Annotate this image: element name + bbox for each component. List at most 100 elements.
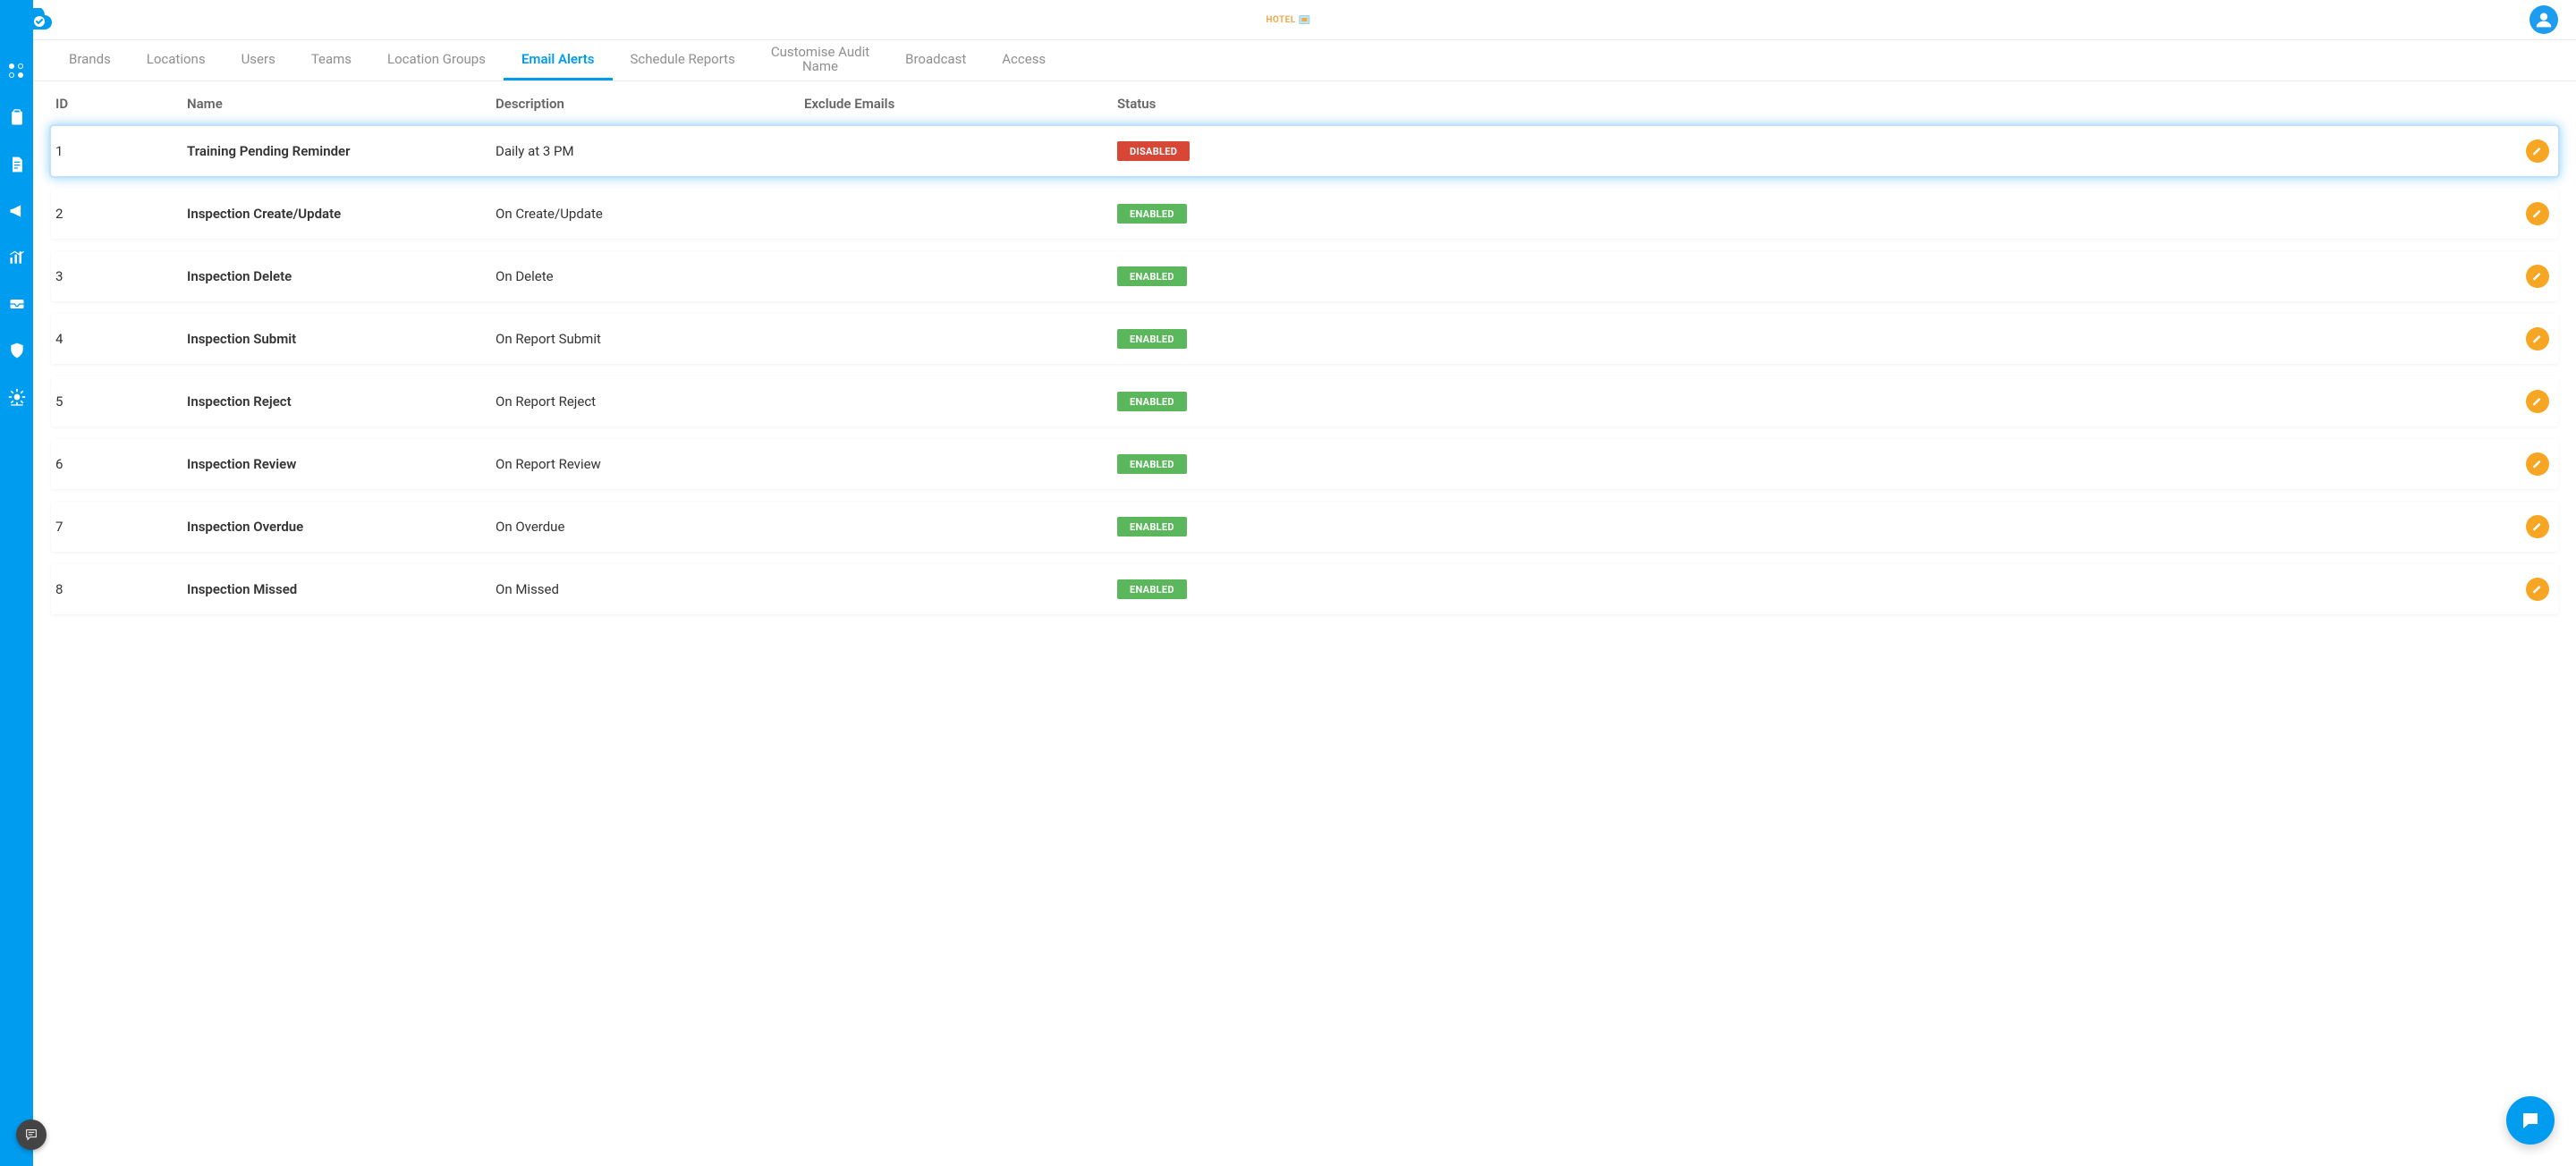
tab-users[interactable]: Users	[224, 40, 293, 80]
cell-action	[1296, 327, 2556, 351]
cell-name: Inspection Delete	[187, 268, 496, 284]
tab-broadcast[interactable]: Broadcast	[887, 40, 984, 80]
tab-label: Location Groups	[387, 51, 486, 67]
topbar: HOTEL	[0, 0, 2576, 40]
cell-action	[1296, 202, 2556, 225]
cell-name: Inspection Create/Update	[187, 206, 496, 222]
cell-action	[1296, 578, 2556, 601]
main: Brands Locations Users Teams Location Groups…	[33, 40, 2576, 1166]
col-header-description: Description	[496, 96, 804, 112]
sidebar-dashboard[interactable]	[8, 63, 26, 80]
cell-id: 8	[53, 581, 187, 597]
col-header-status: Status	[1117, 96, 1296, 112]
help-chat-button-left[interactable]	[16, 1120, 47, 1150]
tab-label: Users	[242, 51, 275, 67]
cell-description: On Report Submit	[496, 331, 804, 347]
cell-status: ENABLED	[1117, 579, 1296, 599]
cell-description: On Report Reject	[496, 393, 804, 410]
table-row[interactable]: 5Inspection RejectOn Report Reject ENABLE…	[51, 376, 2558, 427]
pencil-icon	[2531, 270, 2544, 283]
status-badge: ENABLED	[1117, 266, 1187, 286]
sidebar-settings[interactable]	[8, 388, 26, 406]
pencil-icon	[2531, 458, 2544, 470]
table-row[interactable]: 2Inspection Create/UpdateOn Create/Updat…	[51, 189, 2558, 239]
sidebar-inbox[interactable]	[8, 295, 26, 313]
table-row[interactable]: 1Training Pending ReminderDaily at 3 PMD…	[51, 126, 2558, 176]
cell-description: Daily at 3 PM	[496, 143, 804, 159]
sidebar-analytics[interactable]	[8, 249, 26, 266]
edit-button[interactable]	[2526, 139, 2549, 163]
brand-text: HOTEL	[1266, 15, 1295, 25]
sidebar-document[interactable]	[8, 156, 26, 173]
cell-id: 6	[53, 456, 187, 472]
edit-button[interactable]	[2526, 515, 2549, 538]
tab-customise-audit-name[interactable]: Customise AuditName	[753, 40, 887, 80]
sidebar-shield[interactable]	[8, 342, 26, 359]
table-row[interactable]: 8Inspection MissedOn MissedENABLED	[51, 564, 2558, 614]
status-badge: ENABLED	[1117, 392, 1187, 411]
pencil-icon	[2531, 145, 2544, 157]
user-avatar[interactable]	[2529, 5, 2558, 34]
chat-lines-icon	[24, 1128, 38, 1142]
cell-status: ENABLED	[1117, 392, 1296, 411]
pencil-icon	[2531, 520, 2544, 533]
cell-status: ENABLED	[1117, 266, 1296, 286]
tab-email-alerts[interactable]: Email Alerts	[504, 40, 613, 80]
brand-badge: HOTEL	[1266, 15, 1309, 25]
tab-label-line1: Customise Audit	[771, 45, 869, 60]
tab-access[interactable]: Access	[984, 40, 1063, 80]
cell-name: Inspection Review	[187, 456, 496, 472]
status-badge: ENABLED	[1117, 454, 1187, 474]
dashboard-icon	[9, 63, 25, 80]
tab-teams[interactable]: Teams	[293, 40, 369, 80]
cell-name: Inspection Reject	[187, 393, 496, 410]
status-badge: ENABLED	[1117, 579, 1187, 599]
tab-label: Teams	[311, 51, 352, 67]
tab-label: Brands	[69, 51, 111, 67]
clipboard-icon	[8, 109, 26, 127]
cell-description: On Overdue	[496, 519, 804, 535]
table-body: 1Training Pending ReminderDaily at 3 PMD…	[51, 126, 2558, 614]
table-row[interactable]: 7Inspection OverdueOn OverdueENABLED	[51, 502, 2558, 552]
edit-button[interactable]	[2526, 327, 2549, 351]
chat-fab[interactable]	[2506, 1096, 2555, 1145]
cell-status: ENABLED	[1117, 454, 1296, 474]
edit-button[interactable]	[2526, 578, 2549, 601]
edit-button[interactable]	[2526, 452, 2549, 476]
cell-status: ENABLED	[1117, 204, 1296, 224]
cell-action	[1296, 139, 2556, 163]
pencil-icon	[2531, 583, 2544, 596]
cell-id: 5	[53, 393, 187, 410]
table-row[interactable]: 3Inspection DeleteOn DeleteENABLED	[51, 251, 2558, 301]
table-row[interactable]: 4Inspection SubmitOn Report SubmitENABLE…	[51, 314, 2558, 364]
edit-button[interactable]	[2526, 202, 2549, 225]
inbox-icon	[8, 295, 26, 313]
tab-locations[interactable]: Locations	[129, 40, 224, 80]
status-badge: ENABLED	[1117, 204, 1187, 224]
pencil-icon	[2531, 333, 2544, 345]
cell-description: On Create/Update	[496, 206, 804, 222]
edit-button[interactable]	[2526, 265, 2549, 288]
megaphone-icon	[8, 202, 26, 220]
cell-name: Inspection Overdue	[187, 519, 496, 535]
document-icon	[8, 156, 26, 173]
analytics-icon	[8, 249, 26, 266]
tab-label: Schedule Reports	[631, 51, 735, 67]
cell-id: 2	[53, 206, 187, 222]
table-row[interactable]: 6Inspection ReviewOn Report ReviewENABLE…	[51, 439, 2558, 489]
sidebar-clipboard[interactable]	[8, 109, 26, 127]
tab-label: Locations	[147, 51, 206, 67]
chat-bubble-icon	[2520, 1110, 2541, 1131]
brand-mini-icon	[1300, 15, 1310, 24]
table-header: ID Name Description Exclude Emails Statu…	[51, 81, 2558, 126]
status-badge: ENABLED	[1117, 517, 1187, 537]
tab-brands[interactable]: Brands	[51, 40, 129, 80]
pencil-icon	[2531, 395, 2544, 408]
tab-schedule-reports[interactable]: Schedule Reports	[613, 40, 753, 80]
edit-button[interactable]	[2526, 390, 2549, 413]
cell-description: On Missed	[496, 581, 804, 597]
tab-location-groups[interactable]: Location Groups	[369, 40, 504, 80]
col-header-id: ID	[53, 96, 187, 112]
sidebar-megaphone[interactable]	[8, 202, 26, 220]
tab-label: Broadcast	[905, 51, 966, 67]
